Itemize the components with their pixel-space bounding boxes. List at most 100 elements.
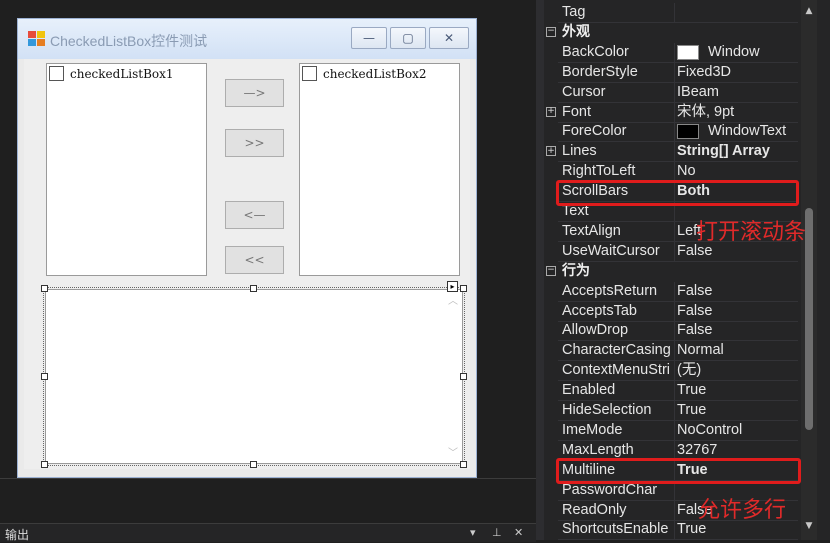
designer-form-window[interactable]: CheckedListBox控件测试 — ▢ ✕ checkedListBox1… [17, 18, 477, 478]
property-name: Cursor [562, 83, 606, 100]
properties-scrollbar[interactable]: ▲ ▼ [801, 0, 817, 540]
form-title: CheckedListBox控件测试 [50, 33, 208, 49]
property-row[interactable]: AcceptsTab False [544, 301, 799, 322]
smart-tag-icon[interactable]: ▸ [447, 281, 458, 292]
property-value[interactable]: False [677, 321, 799, 340]
resize-handle[interactable] [41, 461, 48, 468]
selection-frame [43, 287, 465, 466]
checkbox[interactable] [302, 66, 317, 81]
property-value[interactable]: WindowText [677, 122, 799, 141]
column-divider [674, 381, 675, 402]
category-label: 外观 [562, 23, 590, 40]
property-row[interactable]: BorderStyle Fixed3D [544, 62, 799, 83]
property-value[interactable]: (无) [677, 361, 799, 380]
property-value[interactable]: No [677, 162, 799, 181]
close-button[interactable]: ✕ [429, 27, 469, 49]
property-value[interactable]: String[] Array [677, 142, 799, 161]
resize-handle[interactable] [250, 461, 257, 468]
column-divider [674, 102, 675, 123]
checked-list-item-label: checkedListBox2 [323, 66, 427, 81]
form-app-icon [28, 31, 46, 47]
column-divider [674, 62, 675, 83]
scroll-down-icon[interactable]: ▼ [803, 520, 815, 532]
checked-list-box-2[interactable]: checkedListBox2 [299, 63, 460, 276]
close-icon[interactable]: ✕ [514, 526, 523, 539]
property-name: Tag [562, 4, 586, 20]
property-row[interactable]: HideSelection True [544, 401, 798, 421]
bottom-panel-area: 输出 ▾ ⊥ ✕ [0, 478, 536, 542]
collapse-icon[interactable]: − [546, 26, 556, 37]
resize-handle[interactable] [41, 373, 48, 380]
property-name: HideSelection [562, 402, 652, 418]
move-all-right-button[interactable]: >> [225, 129, 284, 157]
property-value[interactable]: NoControl [677, 421, 799, 440]
resize-handle[interactable] [41, 285, 48, 292]
property-value[interactable]: Normal [677, 341, 799, 360]
column-divider [674, 3, 675, 23]
property-value[interactable]: False [677, 302, 799, 321]
scrollbars-highlight-box [556, 180, 799, 206]
property-value[interactable]: True [677, 381, 799, 400]
checkbox[interactable] [49, 66, 64, 81]
output-panel-header[interactable]: 输出 ▾ ⊥ ✕ [0, 523, 536, 542]
move-right-button[interactable]: —> [225, 79, 284, 107]
property-row[interactable]: ForeColor WindowText [544, 122, 799, 143]
property-row[interactable]: ImeMode NoControl [544, 420, 799, 441]
checked-list-item[interactable]: checkedListBox1 [49, 66, 174, 81]
property-row[interactable]: Tag [544, 3, 798, 23]
resize-handle[interactable] [460, 285, 467, 292]
property-value[interactable]: True [677, 401, 799, 420]
checked-list-item[interactable]: checkedListBox2 [302, 66, 427, 81]
column-divider [674, 341, 675, 362]
property-value[interactable]: 宋体, 9pt [677, 103, 799, 122]
resize-handle[interactable] [460, 461, 467, 468]
property-name: RightToLeft [562, 163, 636, 180]
property-name: TextAlign [562, 222, 621, 239]
collapse-icon[interactable]: − [546, 265, 556, 276]
property-value[interactable]: IBeam [677, 83, 799, 102]
property-value[interactable]: Window [677, 43, 799, 62]
property-row[interactable]: ContextMenuStri (无) [544, 361, 799, 382]
property-row[interactable]: + Lines String[] Array [544, 142, 799, 163]
property-category[interactable]: − 行为 [544, 261, 798, 282]
dropdown-icon[interactable]: ▾ [470, 526, 476, 539]
property-value[interactable] [677, 3, 799, 22]
property-value[interactable]: False [677, 282, 799, 301]
property-value[interactable]: 32767 [677, 441, 799, 460]
scroll-up-icon[interactable]: ▲ [803, 5, 815, 17]
column-divider [674, 500, 675, 521]
property-row[interactable]: BackColor Window [544, 42, 799, 63]
scroll-thumb[interactable] [805, 208, 813, 430]
expand-icon[interactable]: + [546, 146, 556, 157]
multiline-highlight-box [556, 458, 801, 484]
pin-icon[interactable]: ⊥ [492, 526, 502, 539]
property-value[interactable]: Fixed3D [677, 63, 799, 82]
column-divider [674, 122, 675, 143]
column-divider [674, 420, 675, 441]
form-titlebar[interactable]: CheckedListBox控件测试 — ▢ ✕ [18, 19, 476, 59]
panel-splitter[interactable] [536, 0, 544, 540]
resize-handle[interactable] [250, 285, 257, 292]
property-name: ReadOnly [562, 501, 627, 518]
move-left-button[interactable]: <— [225, 201, 284, 229]
column-divider [674, 82, 675, 103]
expand-icon[interactable]: + [546, 106, 556, 117]
minimize-button[interactable]: — [351, 27, 387, 49]
column-divider [674, 142, 675, 163]
maximize-button[interactable]: ▢ [390, 27, 426, 49]
property-row[interactable]: Cursor IBeam [544, 82, 799, 103]
property-name: Lines [562, 143, 597, 160]
resize-handle[interactable] [460, 373, 467, 380]
property-row[interactable]: AcceptsReturn False [544, 281, 799, 302]
property-name: ContextMenuStri [562, 362, 670, 379]
property-row[interactable]: CharacterCasing Normal [544, 341, 799, 362]
property-category[interactable]: − 外观 [544, 22, 798, 43]
property-name: AcceptsReturn [562, 282, 658, 299]
move-all-left-button[interactable]: << [225, 246, 284, 274]
checked-list-box-1[interactable]: checkedListBox1 [46, 63, 207, 276]
property-name: Enabled [562, 382, 616, 399]
property-row[interactable]: + Font 宋体, 9pt [544, 102, 799, 123]
property-row[interactable]: AllowDrop False [544, 321, 799, 342]
property-row[interactable]: Enabled True [544, 381, 799, 402]
property-name: ShortcutsEnable [562, 521, 669, 538]
